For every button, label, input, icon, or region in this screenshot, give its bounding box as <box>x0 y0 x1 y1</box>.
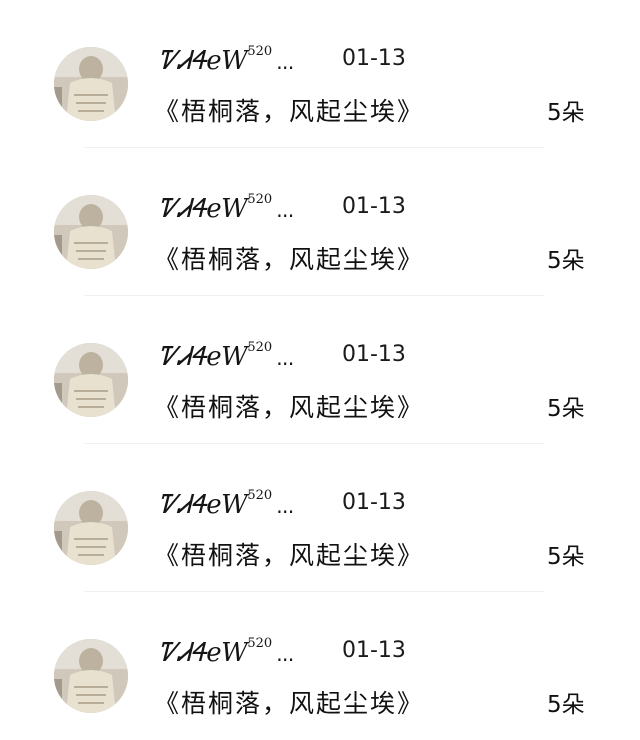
name-ellipsis: ... <box>276 494 294 518</box>
flower-count: 5朵 <box>547 248 585 274</box>
name-ellipsis: ... <box>276 346 294 370</box>
avatar[interactable] <box>54 343 128 417</box>
list-item[interactable]: ᏤᏗᏎeW520... 01-13 《梧桐落，风起尘埃》 5朵 <box>0 148 640 296</box>
gift-date: 01-13 <box>342 490 406 515</box>
user-name-text: ᏤᏗᏎeW <box>158 342 248 372</box>
user-name-text: ᏤᏗᏎeW <box>158 46 248 76</box>
gift-date: 01-13 <box>342 46 406 71</box>
gift-record-list: ᏤᏗᏎeW520... 01-13 《梧桐落，风起尘埃》 5朵 ᏤᏗᏎeW520… <box>0 0 640 738</box>
work-title: 《梧桐落，风起尘埃》 <box>154 689 425 718</box>
name-ellipsis: ... <box>276 50 294 74</box>
user-name-suffix: 520 <box>247 44 273 59</box>
avatar[interactable] <box>54 195 128 269</box>
list-item[interactable]: ᏤᏗᏎeW520... 01-13 《梧桐落，风起尘埃》 5朵 <box>0 0 640 148</box>
flower-count: 5朵 <box>547 544 585 570</box>
name-ellipsis: ... <box>276 198 294 222</box>
user-name: ᏤᏗᏎeW520... <box>158 192 294 225</box>
list-item[interactable]: ᏤᏗᏎeW520... 01-13 《梧桐落，风起尘埃》 5朵 <box>0 592 640 740</box>
list-item[interactable]: ᏤᏗᏎeW520... 01-13 《梧桐落，风起尘埃》 5朵 <box>0 296 640 444</box>
avatar[interactable] <box>54 639 128 713</box>
list-item[interactable]: ᏤᏗᏎeW520... 01-13 《梧桐落，风起尘埃》 5朵 <box>0 444 640 592</box>
avatar[interactable] <box>54 47 128 121</box>
user-name-text: ᏤᏗᏎeW <box>158 194 248 224</box>
flower-count: 5朵 <box>547 692 585 718</box>
gift-date: 01-13 <box>342 194 406 219</box>
work-title: 《梧桐落，风起尘埃》 <box>154 245 425 274</box>
name-ellipsis: ... <box>276 642 294 666</box>
user-name: ᏤᏗᏎeW520... <box>158 488 294 521</box>
user-name-text: ᏤᏗᏎeW <box>158 490 248 520</box>
work-title: 《梧桐落，风起尘埃》 <box>154 541 425 570</box>
gift-date: 01-13 <box>342 638 406 663</box>
user-name-suffix: 520 <box>247 340 273 355</box>
user-name-suffix: 520 <box>247 488 273 503</box>
gift-date: 01-13 <box>342 342 406 367</box>
flower-count: 5朵 <box>547 396 585 422</box>
work-title: 《梧桐落，风起尘埃》 <box>154 393 425 422</box>
work-title: 《梧桐落，风起尘埃》 <box>154 97 425 126</box>
user-name-text: ᏤᏗᏎeW <box>158 638 248 668</box>
flower-count: 5朵 <box>547 100 585 126</box>
user-name-suffix: 520 <box>247 636 273 651</box>
avatar[interactable] <box>54 491 128 565</box>
user-name: ᏤᏗᏎeW520... <box>158 340 294 373</box>
user-name: ᏤᏗᏎeW520... <box>158 44 294 77</box>
user-name: ᏤᏗᏎeW520... <box>158 636 294 669</box>
user-name-suffix: 520 <box>247 192 273 207</box>
